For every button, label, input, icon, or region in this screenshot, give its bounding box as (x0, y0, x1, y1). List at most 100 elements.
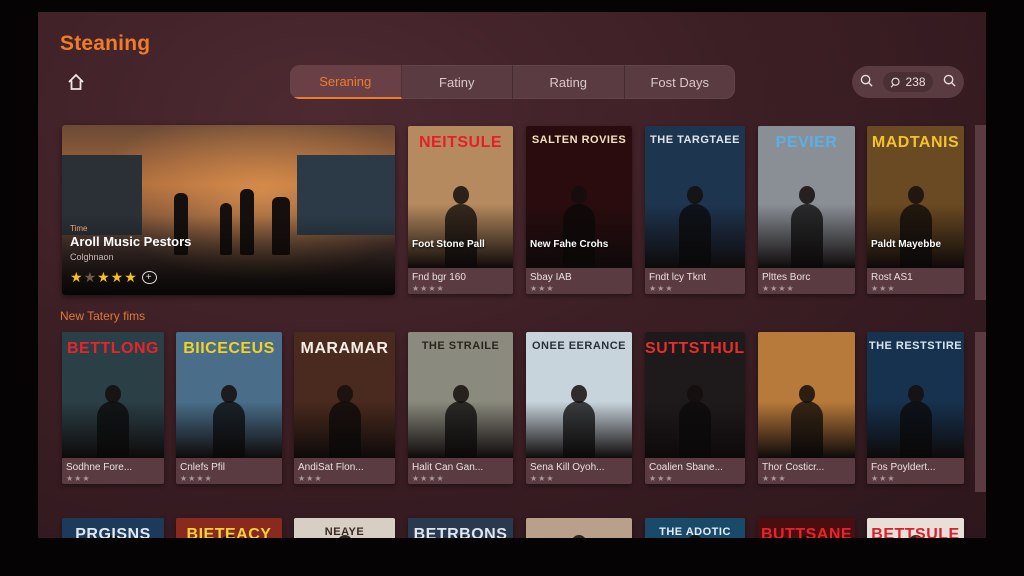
poster-title: PEVIER (775, 134, 838, 151)
search-submit-icon[interactable] (943, 74, 956, 90)
new-films-card[interactable]: BETTLONG Sodhne Fore... ★★★ (62, 332, 164, 484)
tab-seraning[interactable]: Seraning (290, 65, 402, 99)
poster-image: MADTANIS Paldt Mayebbe (867, 126, 964, 268)
category-tabs: Seraning Fatiny Rating Fost Days (290, 65, 735, 99)
more-films-card[interactable]: BETTSULE (867, 518, 964, 538)
poster-image: THE RESTSTIRE (867, 332, 964, 458)
poster-title: THE TARGTAEE (650, 134, 740, 146)
poster-title: BETTLONG (67, 340, 159, 357)
movie-rating: ★★★ (298, 474, 323, 483)
tab-rating[interactable]: Rating (513, 65, 625, 99)
trending-card[interactable]: NEITSULE Foot Stone Pall Fnd bgr 160 ★★★★ (408, 126, 513, 294)
poster-image: BETTLONG (62, 332, 164, 458)
add-icon[interactable]: + (141, 271, 157, 284)
poster-image: THE ADOTIC OCOUT (645, 518, 745, 538)
trending-card[interactable]: THE TARGTAEE Fndt lcy Tknt ★★★ (645, 126, 745, 294)
movie-rating: ★★★ (871, 474, 896, 483)
new-films-card[interactable]: SUTTSTHULL Coalien Sbane... ★★★ (645, 332, 745, 484)
poster-image: THE TARGTAEE (645, 126, 745, 268)
poster-title: THE ADOTIC OCOUT (659, 526, 731, 538)
poster-image: ONEE EERANCE (526, 332, 632, 458)
movie-rating: ★★★★ (412, 284, 445, 293)
poster-overlay-title: Foot Stone Pall (412, 239, 485, 250)
poster-title: MADTANIS (871, 134, 960, 151)
trending-card[interactable]: PEVIER Plttes Borc ★★★★ (758, 126, 855, 294)
hero-rating: ★★★★★ + (70, 269, 157, 286)
new-films-card[interactable]: THE STRAILE Halit Can Gan... ★★★★ (408, 332, 513, 484)
poster-title: BIETEACY (186, 526, 272, 538)
more-films-card[interactable]: BUTTSANE (758, 518, 855, 538)
search-query[interactable]: 238 (883, 72, 933, 92)
movie-title: AndiSat Flon... (298, 462, 364, 473)
poster-image (758, 332, 855, 458)
movie-title: Plttes Borc (762, 272, 811, 283)
movie-title: Fos Poyldert... (871, 462, 936, 473)
poster-image: BETRBONS (408, 518, 513, 538)
poster-title: SALTEN ROVIES (531, 134, 627, 146)
poster-image: BETTSULE (867, 518, 964, 538)
poster-image: THE STRAILE (408, 332, 513, 458)
poster-title: BETRBONS (413, 526, 508, 538)
hero-subtitle: Colghnaon (70, 252, 114, 262)
movie-title: Sodhne Fore... (66, 462, 133, 473)
poster-title: MARAMAR (300, 340, 389, 357)
poster-image: MARAMAR (294, 332, 395, 458)
poster-image: SALTEN ROVIES New Fahe Crohs (526, 126, 632, 268)
movie-rating: ★★★★ (180, 474, 213, 483)
movie-title: Thor Costicr... (762, 462, 825, 473)
poster-title: NEITSULE (418, 134, 503, 151)
new-films-card[interactable]: BIICECEUS Cnlefs Pfil ★★★★ (176, 332, 282, 484)
poster-title: BIICECEUS (183, 340, 275, 357)
rating-stars: ★ (70, 269, 84, 285)
search-bar[interactable]: 238 (852, 66, 964, 98)
movie-rating: ★★★ (649, 474, 674, 483)
search-icon[interactable] (860, 74, 873, 90)
featured-hero[interactable]: Time Aroll Music Pestors Colghnaon ★★★★★… (62, 125, 395, 295)
poster-image: SUTTSTHULL (645, 332, 745, 458)
tv-screen: Steaning Seraning Fatiny Rating Fost Day… (38, 12, 986, 538)
partial-card[interactable] (975, 332, 986, 492)
trending-card[interactable]: SALTEN ROVIES New Fahe Crohs Sbay IAB ★★★ (526, 126, 632, 294)
poster-image: NEAYE CACOALRE (294, 518, 395, 538)
search-value: 238 (905, 75, 926, 89)
poster-overlay-title: Paldt Mayebbe (871, 239, 942, 250)
more-films-card[interactable]: PRGISNS (62, 518, 164, 538)
poster-image: BIETEACY (176, 518, 282, 538)
poster-title: THE STRAILE (421, 340, 500, 352)
new-films-card[interactable]: Thor Costicr... ★★★ (758, 332, 855, 484)
movie-title: Halit Can Gan... (412, 462, 484, 473)
more-films-card[interactable] (526, 518, 632, 538)
poster-title: PRGISNS (75, 526, 151, 538)
movie-rating: ★★★ (530, 474, 555, 483)
movie-title: Fnd bgr 160 (412, 272, 466, 283)
tab-fost-days[interactable]: Fost Days (625, 65, 736, 99)
more-films-card[interactable]: THE ADOTIC OCOUT (645, 518, 745, 538)
partial-card[interactable] (975, 125, 986, 300)
movie-rating: ★★★ (66, 474, 91, 483)
poster-title: ONEE EERANCE (531, 340, 627, 352)
poster-title: NEAYE CACOALRE (324, 526, 365, 538)
movie-title: Sena Kill Oyoh... (530, 462, 605, 473)
movie-title: Cnlefs Pfil (180, 462, 226, 473)
section-title: New Tatery fims (60, 309, 146, 323)
new-films-card[interactable]: MARAMAR AndiSat Flon... ★★★ (294, 332, 395, 484)
poster-image: PRGISNS (62, 518, 164, 538)
home-icon[interactable] (66, 72, 86, 92)
poster-title: BETTSULE (871, 526, 960, 538)
more-films-card[interactable]: BIETEACY (176, 518, 282, 538)
search-query-icon (891, 77, 901, 88)
app-title: Steaning (60, 32, 151, 55)
trending-card[interactable]: MADTANIS Paldt Mayebbe Rost AS1 ★★★ (867, 126, 964, 294)
new-films-card[interactable]: ONEE EERANCE Sena Kill Oyoh... ★★★ (526, 332, 632, 484)
poster-image: PEVIER (758, 126, 855, 268)
movie-rating: ★★★★ (412, 474, 445, 483)
more-films-card[interactable]: NEAYE CACOALRE (294, 518, 395, 538)
new-films-card[interactable]: THE RESTSTIRE Fos Poyldert... ★★★ (867, 332, 964, 484)
movie-rating: ★★★ (871, 284, 896, 293)
movie-rating: ★★★ (530, 284, 555, 293)
poster-title: BUTTSANE (760, 526, 853, 538)
poster-title: SUTTSTHULL (645, 340, 745, 357)
more-films-card[interactable]: BETRBONS (408, 518, 513, 538)
tab-fatiny[interactable]: Fatiny (402, 65, 513, 99)
movie-title: Rost AS1 (871, 272, 913, 283)
